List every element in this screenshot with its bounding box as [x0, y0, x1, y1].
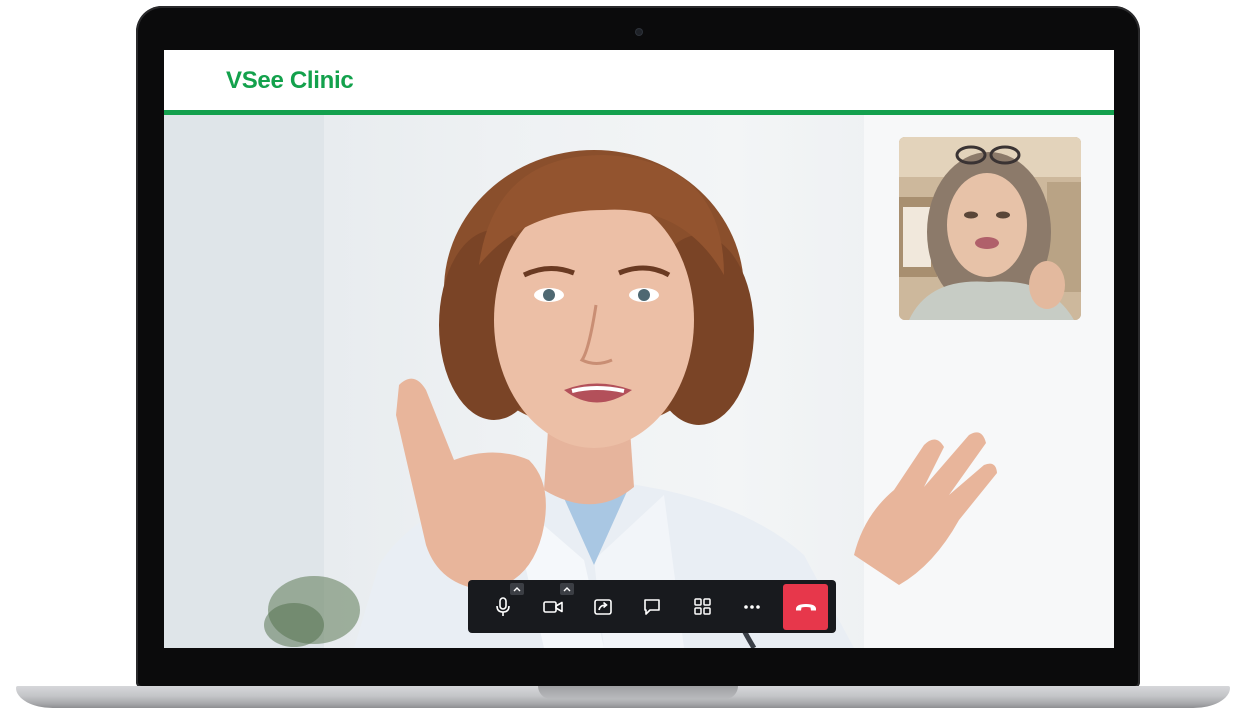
layout-button[interactable]	[677, 586, 727, 627]
self-view-thumbnail[interactable]	[899, 137, 1081, 320]
grid-layout-icon	[694, 598, 711, 615]
camera-button[interactable]	[528, 583, 578, 627]
microphone-options-caret[interactable]	[509, 583, 524, 595]
webcam-dot	[636, 29, 642, 35]
more-dots-icon	[744, 604, 760, 609]
chevron-up-icon	[563, 587, 571, 592]
hang-up-phone-icon	[795, 603, 816, 610]
chevron-up-icon	[513, 587, 521, 592]
patient-video-image	[899, 137, 1081, 320]
app-header: VSee Clinic	[164, 50, 1114, 115]
app-window: VSee Clinic	[164, 50, 1114, 648]
more-options-button[interactable]	[727, 586, 777, 627]
laptop-base-notch	[538, 686, 738, 699]
microphone-icon	[496, 596, 510, 616]
end-call-button[interactable]	[783, 583, 829, 630]
chat-button[interactable]	[628, 586, 678, 627]
app-logo: VSee Clinic	[226, 67, 354, 94]
camera-options-caret[interactable]	[559, 583, 574, 595]
screen-share-icon	[593, 598, 612, 615]
call-toolbar	[468, 580, 836, 633]
laptop-mockup: VSee Clinic	[0, 0, 1246, 725]
microphone-button[interactable]	[478, 583, 528, 627]
chat-bubble-icon	[644, 598, 661, 615]
video-camera-icon	[542, 600, 563, 613]
screen-share-button[interactable]	[578, 586, 628, 627]
